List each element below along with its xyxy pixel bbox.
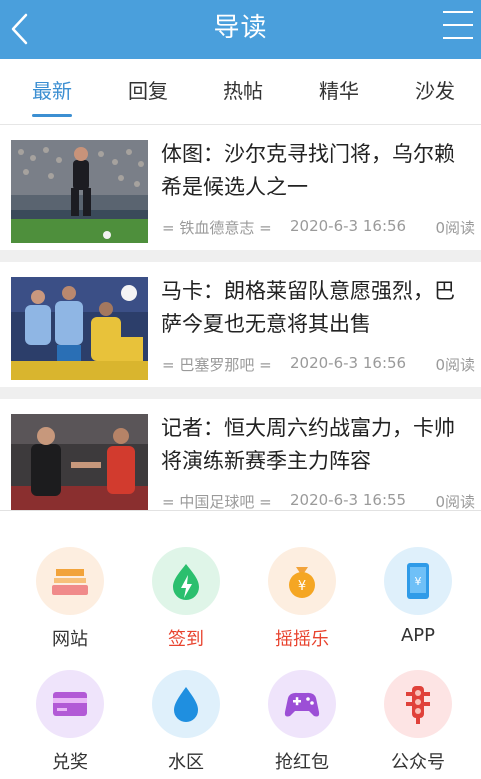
menu-item-shake[interactable]: ¥ 摇摇乐 (242, 547, 362, 657)
water-drop-icon (152, 670, 220, 738)
menu-item-sign-in[interactable]: 签到 (126, 547, 246, 657)
list-item[interactable]: 记者：恒大周六约战富力，卡帅将演练新赛季主力阵容 = 中国足球吧 = 2020-… (0, 399, 481, 510)
article-reads: 0阅读 (435, 219, 475, 237)
list-item[interactable]: 体图：沙尔克寻找门将，乌尔赖希是候选人之一 = 铁血德意志 = 2020-6-3… (0, 125, 481, 250)
tab-latest[interactable]: 最新 (4, 59, 100, 125)
active-tab-indicator (32, 114, 72, 117)
article-title[interactable]: 马卡：朗格莱留队意愿强烈，巴萨今夏也无意将其出售 (161, 275, 473, 341)
svg-text:¥: ¥ (415, 575, 422, 588)
article-reads: 0阅读 (435, 493, 475, 510)
website-icon (36, 547, 104, 615)
tab-replies[interactable]: 回复 (100, 59, 196, 125)
shake-icon: ¥ (268, 547, 336, 615)
article-thumbnail (11, 414, 148, 510)
tab-label: 精华 (319, 79, 359, 103)
tab-label: 回复 (128, 79, 168, 103)
tab-label: 沙发 (415, 79, 455, 103)
gamepad-icon (268, 670, 336, 738)
menu-item-app[interactable]: ¥ APP (358, 547, 478, 657)
menu-item-red-packet[interactable]: 抢红包 (242, 670, 362, 779)
tab-featured[interactable]: 精华 (291, 59, 387, 125)
menu-item-label: 签到 (168, 629, 204, 650)
tab-label: 最新 (32, 79, 72, 103)
menu-item-redeem[interactable]: 兑奖 (10, 670, 130, 779)
card-icon (36, 670, 104, 738)
list-item[interactable]: 马卡：朗格莱留队意愿强烈，巴萨今夏也无意将其出售 = 巴塞罗那吧 = 2020-… (0, 262, 481, 387)
traffic-light-icon (384, 670, 452, 738)
article-source[interactable]: = 巴塞罗那吧 = (162, 354, 272, 375)
page-title: 导读 (213, 13, 268, 43)
article-list: 体图：沙尔克寻找门将，乌尔赖希是候选人之一 = 铁血德意志 = 2020-6-3… (0, 125, 481, 510)
article-reads: 0阅读 (435, 356, 475, 374)
article-thumbnail (11, 277, 148, 380)
top-bar: 导读 (0, 0, 481, 59)
article-source[interactable]: = 铁血德意志 = (162, 217, 272, 238)
menu-item-label: 水区 (168, 752, 204, 773)
article-title[interactable]: 体图：沙尔克寻找门将，乌尔赖希是候选人之一 (161, 138, 473, 204)
article-time: 2020-6-3 16:55 (290, 491, 407, 509)
quick-menu-panel: 网站 签到 ¥ 摇摇乐 ¥ APP 兑奖 水区 抢红包 公众号 (0, 510, 481, 779)
menu-item-label: 网站 (52, 629, 88, 650)
menu-item-water-zone[interactable]: 水区 (126, 670, 246, 779)
menu-item-label: 抢红包 (275, 752, 329, 773)
article-source[interactable]: = 中国足球吧 = (162, 491, 272, 510)
menu-item-label: APP (400, 625, 436, 646)
article-time: 2020-6-3 16:56 (290, 217, 407, 235)
menu-item-official-account[interactable]: 公众号 (358, 670, 478, 779)
menu-item-label: 摇摇乐 (275, 629, 329, 650)
phone-app-icon: ¥ (384, 547, 452, 615)
sign-in-icon (152, 547, 220, 615)
article-time: 2020-6-3 16:56 (290, 354, 407, 372)
article-thumbnail (11, 140, 148, 243)
menu-item-label: 公众号 (391, 752, 445, 773)
article-title[interactable]: 记者：恒大周六约战富力，卡帅将演练新赛季主力阵容 (161, 412, 473, 478)
menu-icon[interactable] (443, 11, 473, 43)
tab-sofa[interactable]: 沙发 (387, 59, 481, 125)
menu-item-label: 兑奖 (52, 752, 88, 773)
tab-label: 热帖 (223, 79, 263, 103)
tab-bar: 最新 回复 热帖 精华 沙发 (0, 59, 481, 125)
menu-item-website[interactable]: 网站 (10, 547, 130, 657)
svg-text:¥: ¥ (298, 579, 306, 594)
tab-hot[interactable]: 热帖 (195, 59, 291, 125)
